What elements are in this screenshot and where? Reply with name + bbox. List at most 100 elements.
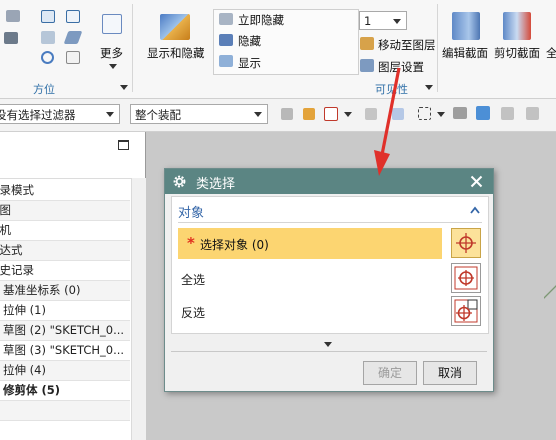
orient-group-label: 方位: [33, 83, 55, 96]
navigator-row-label: 草图 (3) "SKETCH_0...: [3, 343, 125, 357]
annotation-arrow: [374, 67, 401, 176]
navigator-row[interactable]: 草图 (2) "SKETCH_0...: [0, 321, 130, 341]
blue-cube-icon[interactable]: [476, 106, 490, 120]
chevron-down-icon: [393, 19, 401, 24]
immediate-hide-button[interactable]: 立即隐藏: [238, 12, 284, 28]
navigator-row[interactable]: 修剪体 (5): [0, 381, 130, 401]
navigator-row-label: 表达式: [0, 243, 23, 257]
navigator-row-label: 记录模式: [0, 183, 34, 197]
chevron-up-icon[interactable]: [470, 206, 480, 214]
layer-select-value: 1: [364, 14, 372, 28]
view-fit-icon[interactable]: [41, 10, 55, 23]
part-edge: [544, 282, 556, 302]
more-views-icon[interactable]: [102, 14, 122, 34]
show-button[interactable]: 显示: [238, 55, 261, 71]
layer-select[interactable]: 1: [359, 11, 407, 30]
select-all-label: 全选: [181, 273, 206, 287]
required-star: *: [187, 234, 195, 252]
navigator-row-empty: [0, 401, 130, 421]
chevron-down-icon: [254, 112, 262, 117]
navigator-row-label: 草图 (2) "SKETCH_0...: [3, 323, 125, 337]
crosshair-select-icon[interactable]: [324, 107, 338, 121]
rotate-icon[interactable]: [41, 51, 54, 64]
chevron-down-icon[interactable]: [437, 112, 445, 117]
edit-section-icon[interactable]: [452, 12, 480, 40]
select-all-button[interactable]: [451, 263, 481, 293]
hide-show-box: [213, 9, 359, 75]
truncated-command-label[interactable]: 全: [546, 45, 556, 61]
view-image-icon[interactable]: [41, 31, 55, 44]
navigator-row-label: 拉伸 (4): [3, 363, 46, 377]
select-objects-label: 选择对象 (0): [200, 238, 269, 252]
navigator-row[interactable]: 记录模式: [0, 181, 130, 201]
selection-scope-value: 整个装配: [135, 108, 181, 122]
navigator-row-label: 视图: [0, 203, 11, 217]
explode-icon[interactable]: [501, 107, 514, 120]
view-grid-icon[interactable]: [66, 10, 80, 23]
pen-icon[interactable]: [63, 31, 83, 44]
immediate-hide-icon[interactable]: [219, 13, 233, 25]
class-selection-dialog: 类选择 对象 * 选择对象 (0) 全选 反选 确定 取消: [164, 168, 494, 392]
chevron-down-icon: [106, 112, 114, 117]
shaded-box-icon[interactable]: [453, 107, 467, 119]
view-cube-icon[interactable]: [6, 10, 20, 22]
edit-section-button[interactable]: 编辑截面: [442, 45, 488, 61]
navigator-row[interactable]: 草图 (3) "SKETCH_0...: [0, 341, 130, 361]
orient-group-expand-icon[interactable]: [120, 85, 128, 90]
navigator-row[interactable]: 历史记录: [0, 261, 130, 281]
navigator-row-label: 拉伸 (1): [3, 303, 46, 317]
navigator-row-label: 修剪体 (5): [3, 383, 61, 397]
clip-section-icon[interactable]: [503, 12, 531, 40]
navigator-row[interactable]: 拉伸 (4): [0, 361, 130, 381]
move-to-layer-icon[interactable]: [360, 37, 374, 50]
clip-section-button[interactable]: 剪切截面: [494, 45, 540, 61]
cancel-button[interactable]: 取消: [423, 361, 477, 385]
filter-icon[interactable]: [281, 108, 293, 120]
navigator-row-label: 像机: [0, 223, 11, 237]
more-dropdown-icon[interactable]: [109, 64, 117, 69]
group-divider: [132, 4, 133, 92]
dialog-title: 类选择: [196, 177, 236, 192]
chevron-down-icon[interactable]: [344, 112, 352, 117]
hide-icon[interactable]: [219, 34, 233, 46]
navigator-scrollbar[interactable]: [131, 178, 146, 440]
navigator-row[interactable]: 视图: [0, 201, 130, 221]
snap-icon[interactable]: [303, 108, 315, 120]
navigator-row-label: 历史记录: [0, 263, 34, 277]
navigator-row-label: 基准坐标系 (0): [3, 283, 81, 297]
visibility-group-expand-icon[interactable]: [425, 85, 433, 90]
close-icon[interactable]: [470, 175, 483, 188]
more-button[interactable]: 更多: [100, 45, 123, 61]
maximize-panel-icon[interactable]: [118, 140, 129, 150]
type-filter-select[interactable]: 没有选择过滤器: [0, 104, 120, 124]
copy-view-icon[interactable]: [66, 51, 80, 64]
objects-section: 对象 * 选择对象 (0) 全选 反选: [171, 196, 489, 334]
ribbon: 更多 方位 显示和隐藏 立即隐藏 隐藏 显示 1 移动至图层 图层设置 可见性 …: [0, 0, 556, 99]
navigator-row[interactable]: 拉伸 (1): [0, 301, 130, 321]
show-icon[interactable]: [219, 55, 233, 67]
navigator-row[interactable]: 像机: [0, 221, 130, 241]
navigator-row[interactable]: 基准坐标系 (0): [0, 281, 130, 301]
gear-icon: [173, 175, 186, 188]
section-divider: [178, 222, 482, 223]
selection-scope-select[interactable]: 整个装配: [130, 104, 268, 124]
view-solid-icon[interactable]: [4, 32, 18, 44]
dialog-title-bar[interactable]: 类选择: [165, 169, 493, 194]
move-to-layer-button[interactable]: 移动至图层: [378, 37, 436, 53]
group-divider: [437, 4, 438, 92]
expand-more-icon[interactable]: [324, 342, 332, 347]
invert-selection-label: 反选: [181, 306, 206, 320]
navigator-row[interactable]: 表达式: [0, 241, 130, 261]
select-all-icon: [454, 266, 478, 290]
show-hide-icon[interactable]: [160, 14, 190, 40]
section-title[interactable]: 对象: [178, 202, 204, 221]
invert-selection-button[interactable]: [451, 296, 481, 326]
hide-button[interactable]: 隐藏: [238, 33, 261, 49]
crosshair-icon: [456, 233, 476, 253]
show-hide-button[interactable]: 显示和隐藏: [147, 45, 205, 61]
arrows-icon[interactable]: [526, 107, 539, 120]
select-object-button[interactable]: [451, 228, 481, 258]
invert-selection-icon: [454, 299, 478, 323]
rectangle-select-icon[interactable]: [418, 107, 431, 120]
ok-button[interactable]: 确定: [363, 361, 417, 385]
